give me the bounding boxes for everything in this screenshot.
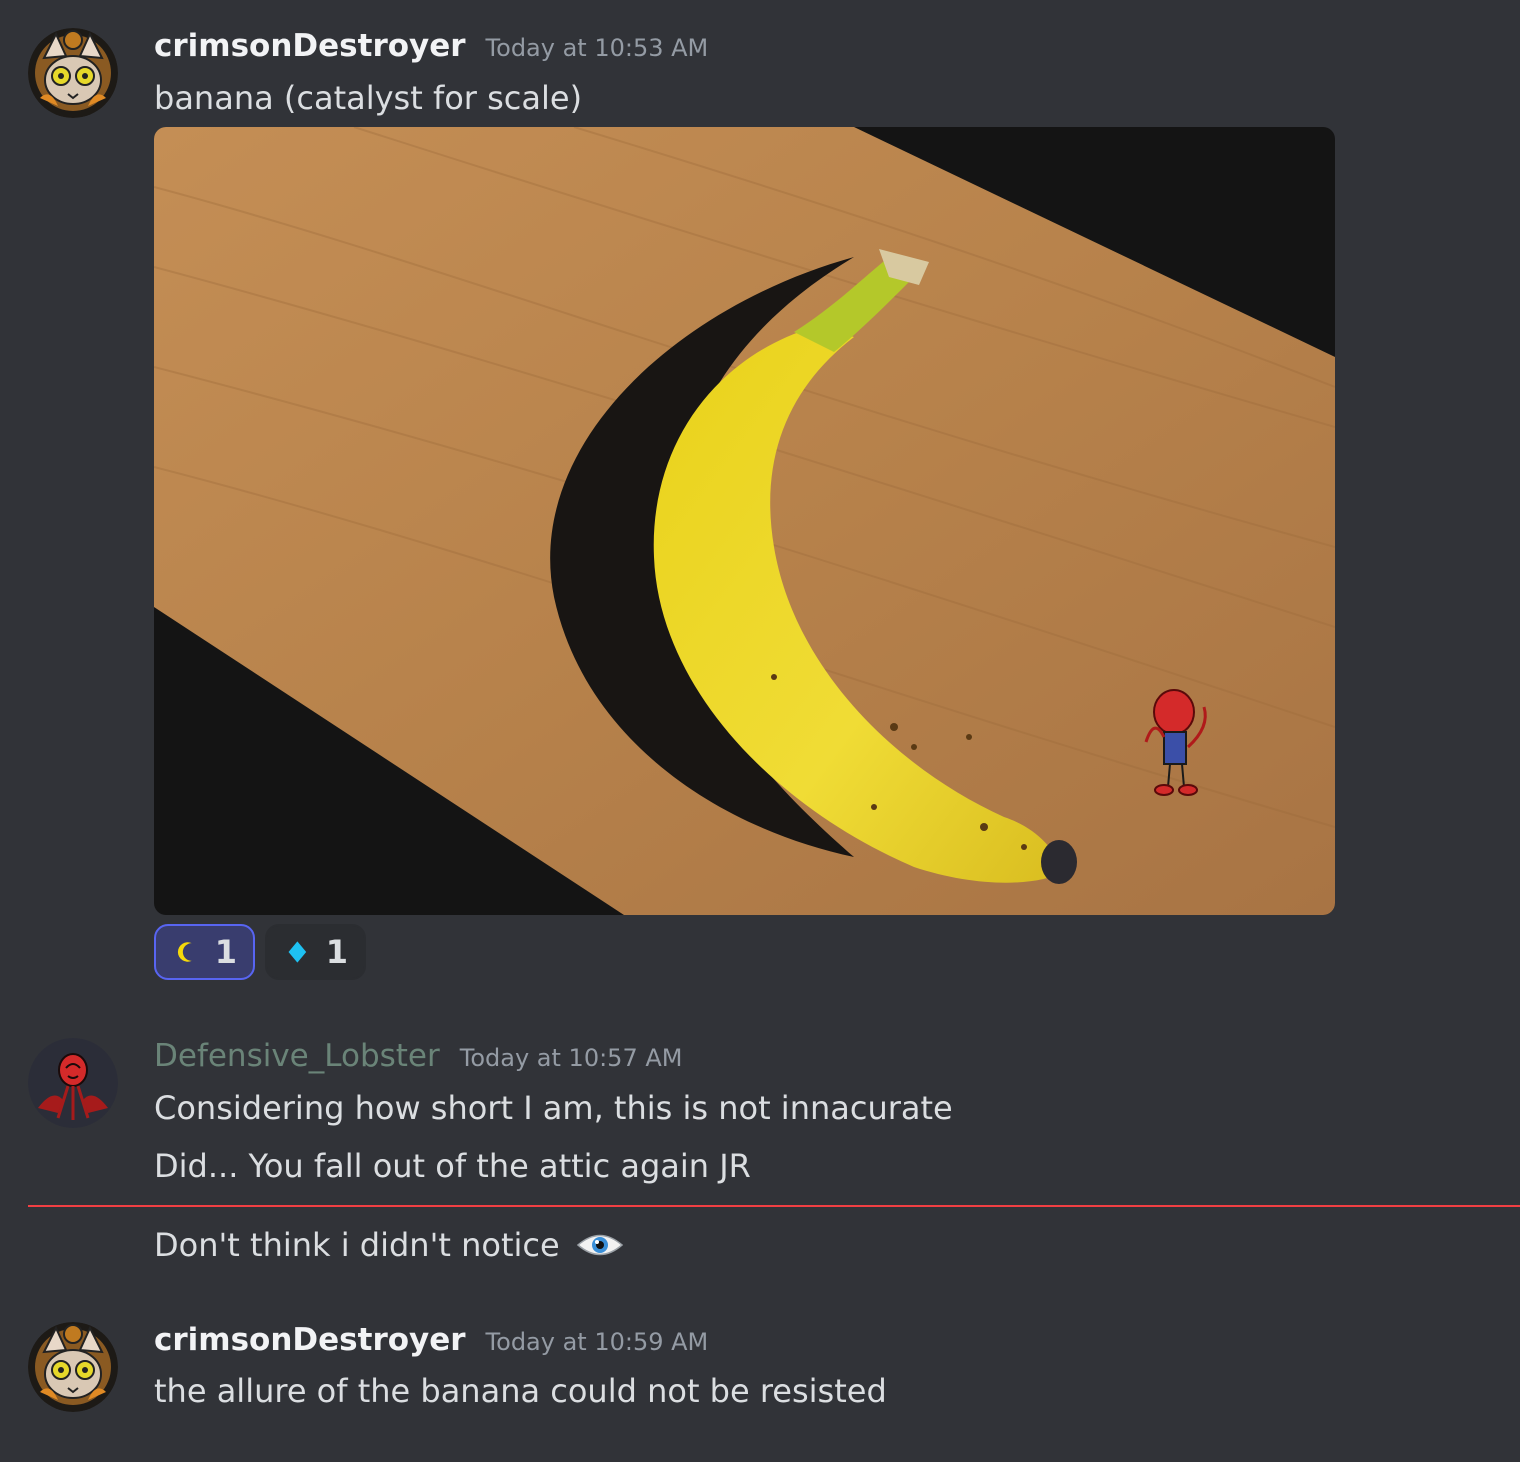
username[interactable]: crimsonDestroyer (154, 28, 466, 64)
cat-avatar-icon (28, 1322, 118, 1412)
user-avatar[interactable] (28, 28, 118, 118)
image-attachment[interactable] (154, 127, 1335, 915)
reaction-count: 1 (325, 933, 348, 971)
user-avatar[interactable] (28, 1322, 118, 1412)
message-text: the allure of the banana could not be re… (154, 1372, 887, 1410)
username[interactable]: Defensive_Lobster (154, 1038, 440, 1074)
new-messages-divider (28, 1205, 1520, 1207)
message-text: banana (catalyst for scale) (154, 79, 583, 117)
timestamp: Today at 10:53 AM (485, 34, 709, 62)
message-text: Did... You fall out of the attic again J… (154, 1147, 751, 1185)
reactions-bar: 1 1 (154, 924, 366, 980)
banana-photo (154, 127, 1335, 915)
timestamp: Today at 10:57 AM (459, 1044, 683, 1072)
cat-avatar-icon (28, 28, 118, 118)
timestamp: Today at 10:59 AM (485, 1328, 709, 1356)
username[interactable]: crimsonDestroyer (154, 1322, 466, 1358)
blue-diamond-icon (288, 941, 307, 963)
lobster-avatar-icon (28, 1038, 118, 1128)
message-text-with-emoji: Don't think i didn't notice (154, 1225, 624, 1265)
eye-icon (576, 1234, 623, 1256)
message-text: Don't think i didn't notice (154, 1226, 560, 1264)
reaction-count: 1 (214, 933, 237, 971)
reaction-blue-diamond[interactable]: 1 (265, 924, 366, 980)
crescent-moon-icon (177, 942, 192, 962)
reaction-crescent-moon[interactable]: 1 (154, 924, 255, 980)
user-avatar[interactable] (28, 1038, 118, 1128)
message-text: Considering how short I am, this is not … (154, 1089, 953, 1127)
